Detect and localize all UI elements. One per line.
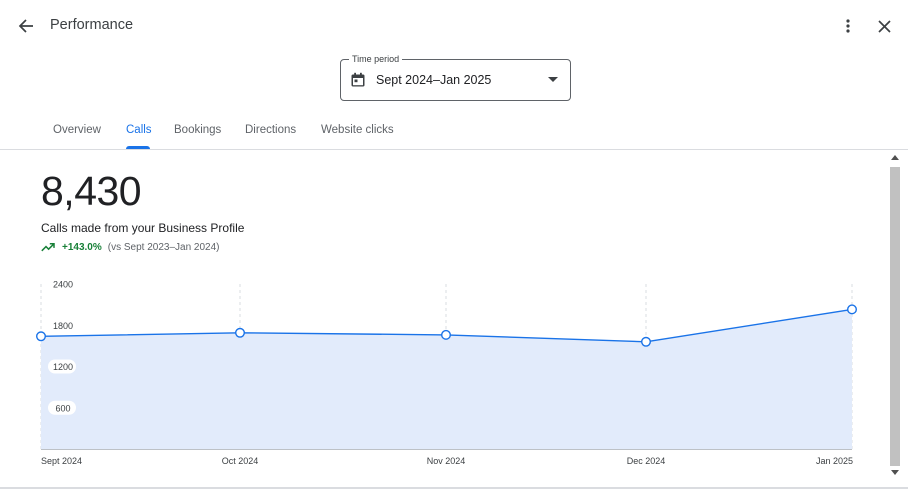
data-point-1	[36, 331, 47, 342]
data-point-2	[234, 327, 245, 338]
close-icon	[877, 19, 891, 33]
x-tick-label: Nov 2024	[427, 456, 466, 466]
x-tick-label: Sept 2024	[41, 456, 82, 466]
more-options-button[interactable]	[836, 14, 860, 38]
back-button[interactable]	[14, 14, 38, 38]
y-tick-600: 600	[48, 400, 76, 415]
top-bar: Performance	[0, 0, 908, 52]
data-point-5	[847, 304, 858, 315]
tab-calls[interactable]: Calls	[126, 124, 152, 136]
y-tick-label: 1800	[53, 321, 73, 331]
close-button[interactable]	[872, 14, 896, 38]
y-tick-label: 600	[55, 403, 70, 413]
y-tick-1200: 1200	[48, 359, 76, 374]
x-axis-ticks: Sept 2024 Oct 2024 Nov 2024 Dec 2024 Jan 202…	[41, 456, 853, 466]
arrow-back-icon	[18, 19, 33, 33]
calls-panel: 8,430 Calls made from your Business Prof…	[6, 150, 888, 489]
tab-overview[interactable]: Overview	[53, 124, 101, 136]
active-tab-indicator	[126, 146, 150, 149]
page-title: Performance	[50, 17, 134, 33]
tab-website-clicks[interactable]: Website clicks	[321, 124, 394, 136]
x-tick-label: Dec 2024	[627, 456, 666, 466]
y-tick-label: 1200	[53, 362, 73, 372]
x-tick-label: Oct 2024	[222, 456, 259, 466]
tab-bar: Overview Calls Bookings Directions Websi…	[0, 112, 908, 150]
data-point-3	[441, 329, 452, 340]
y-tick-2400: 2400	[53, 280, 73, 290]
time-period-select[interactable]: Time period Sept 2024–Jan 2025	[340, 53, 571, 101]
tab-directions[interactable]: Directions	[245, 124, 296, 136]
data-point-4	[641, 336, 652, 347]
tab-bookings[interactable]: Bookings	[174, 124, 221, 136]
x-tick-label: Jan 2025	[816, 456, 853, 466]
y-tick-label: 2400	[53, 280, 73, 290]
more-vert-icon	[846, 19, 850, 33]
scrollbar-thumb[interactable]	[890, 167, 900, 466]
calendar-icon	[351, 72, 365, 87]
dropdown-arrow-icon	[548, 77, 558, 82]
time-period-legend: Time period	[349, 53, 403, 65]
scroll-up-arrow-icon[interactable]	[891, 154, 899, 160]
calls-chart: 2400 1800 1200 600 Sept 2024 Oct 2024 Nov 202…	[36, 280, 858, 466]
scroll-down-arrow-icon[interactable]	[891, 470, 899, 476]
vertical-scrollbar[interactable]	[888, 150, 902, 483]
time-period-value: Sept 2024–Jan 2025	[376, 73, 492, 87]
y-tick-1800: 1800	[53, 321, 73, 331]
